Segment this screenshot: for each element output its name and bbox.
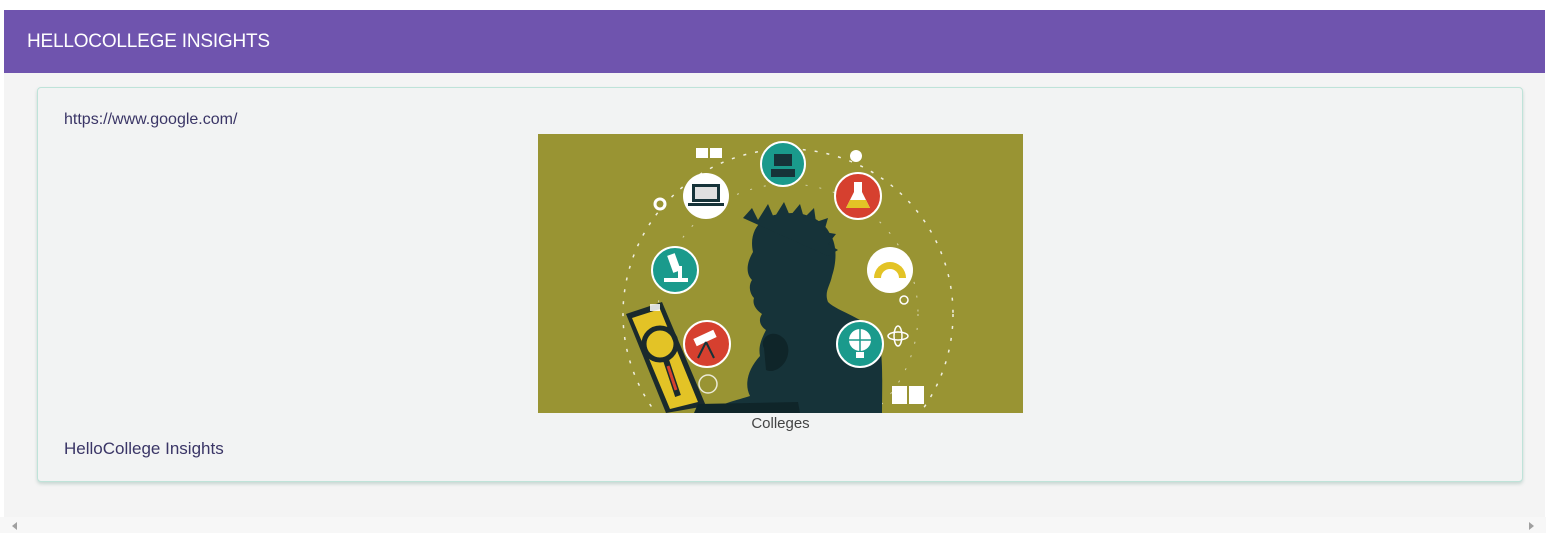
chat-icon	[850, 150, 862, 162]
graduate-icon	[760, 141, 806, 187]
panel-title: HELLOCOLLEGE INSIGHTS	[27, 30, 270, 52]
insights-panel: HELLOCOLLEGE INSIGHTS https://www.google…	[4, 10, 1545, 517]
globe-icon	[836, 320, 884, 368]
insight-card: https://www.google.com/ Colleges HelloCo…	[37, 87, 1523, 482]
protractor-icon	[867, 247, 913, 293]
panel-header: HELLOCOLLEGE INSIGHTS	[4, 10, 1545, 73]
telescope-icon	[683, 320, 731, 368]
scroll-left-icon[interactable]	[12, 522, 17, 530]
scroll-right-icon[interactable]	[1529, 522, 1534, 530]
flask-icon	[834, 172, 882, 220]
colleges-image[interactable]	[538, 134, 1023, 413]
hellocollege-insights-link[interactable]: HelloCollege Insights	[64, 439, 224, 459]
image-caption: Colleges	[751, 415, 810, 432]
url-link[interactable]: https://www.google.com/	[64, 111, 237, 129]
laptop-icon	[683, 173, 729, 219]
microscope-icon	[651, 246, 699, 294]
horizontal-scrollbar[interactable]	[0, 517, 1546, 533]
